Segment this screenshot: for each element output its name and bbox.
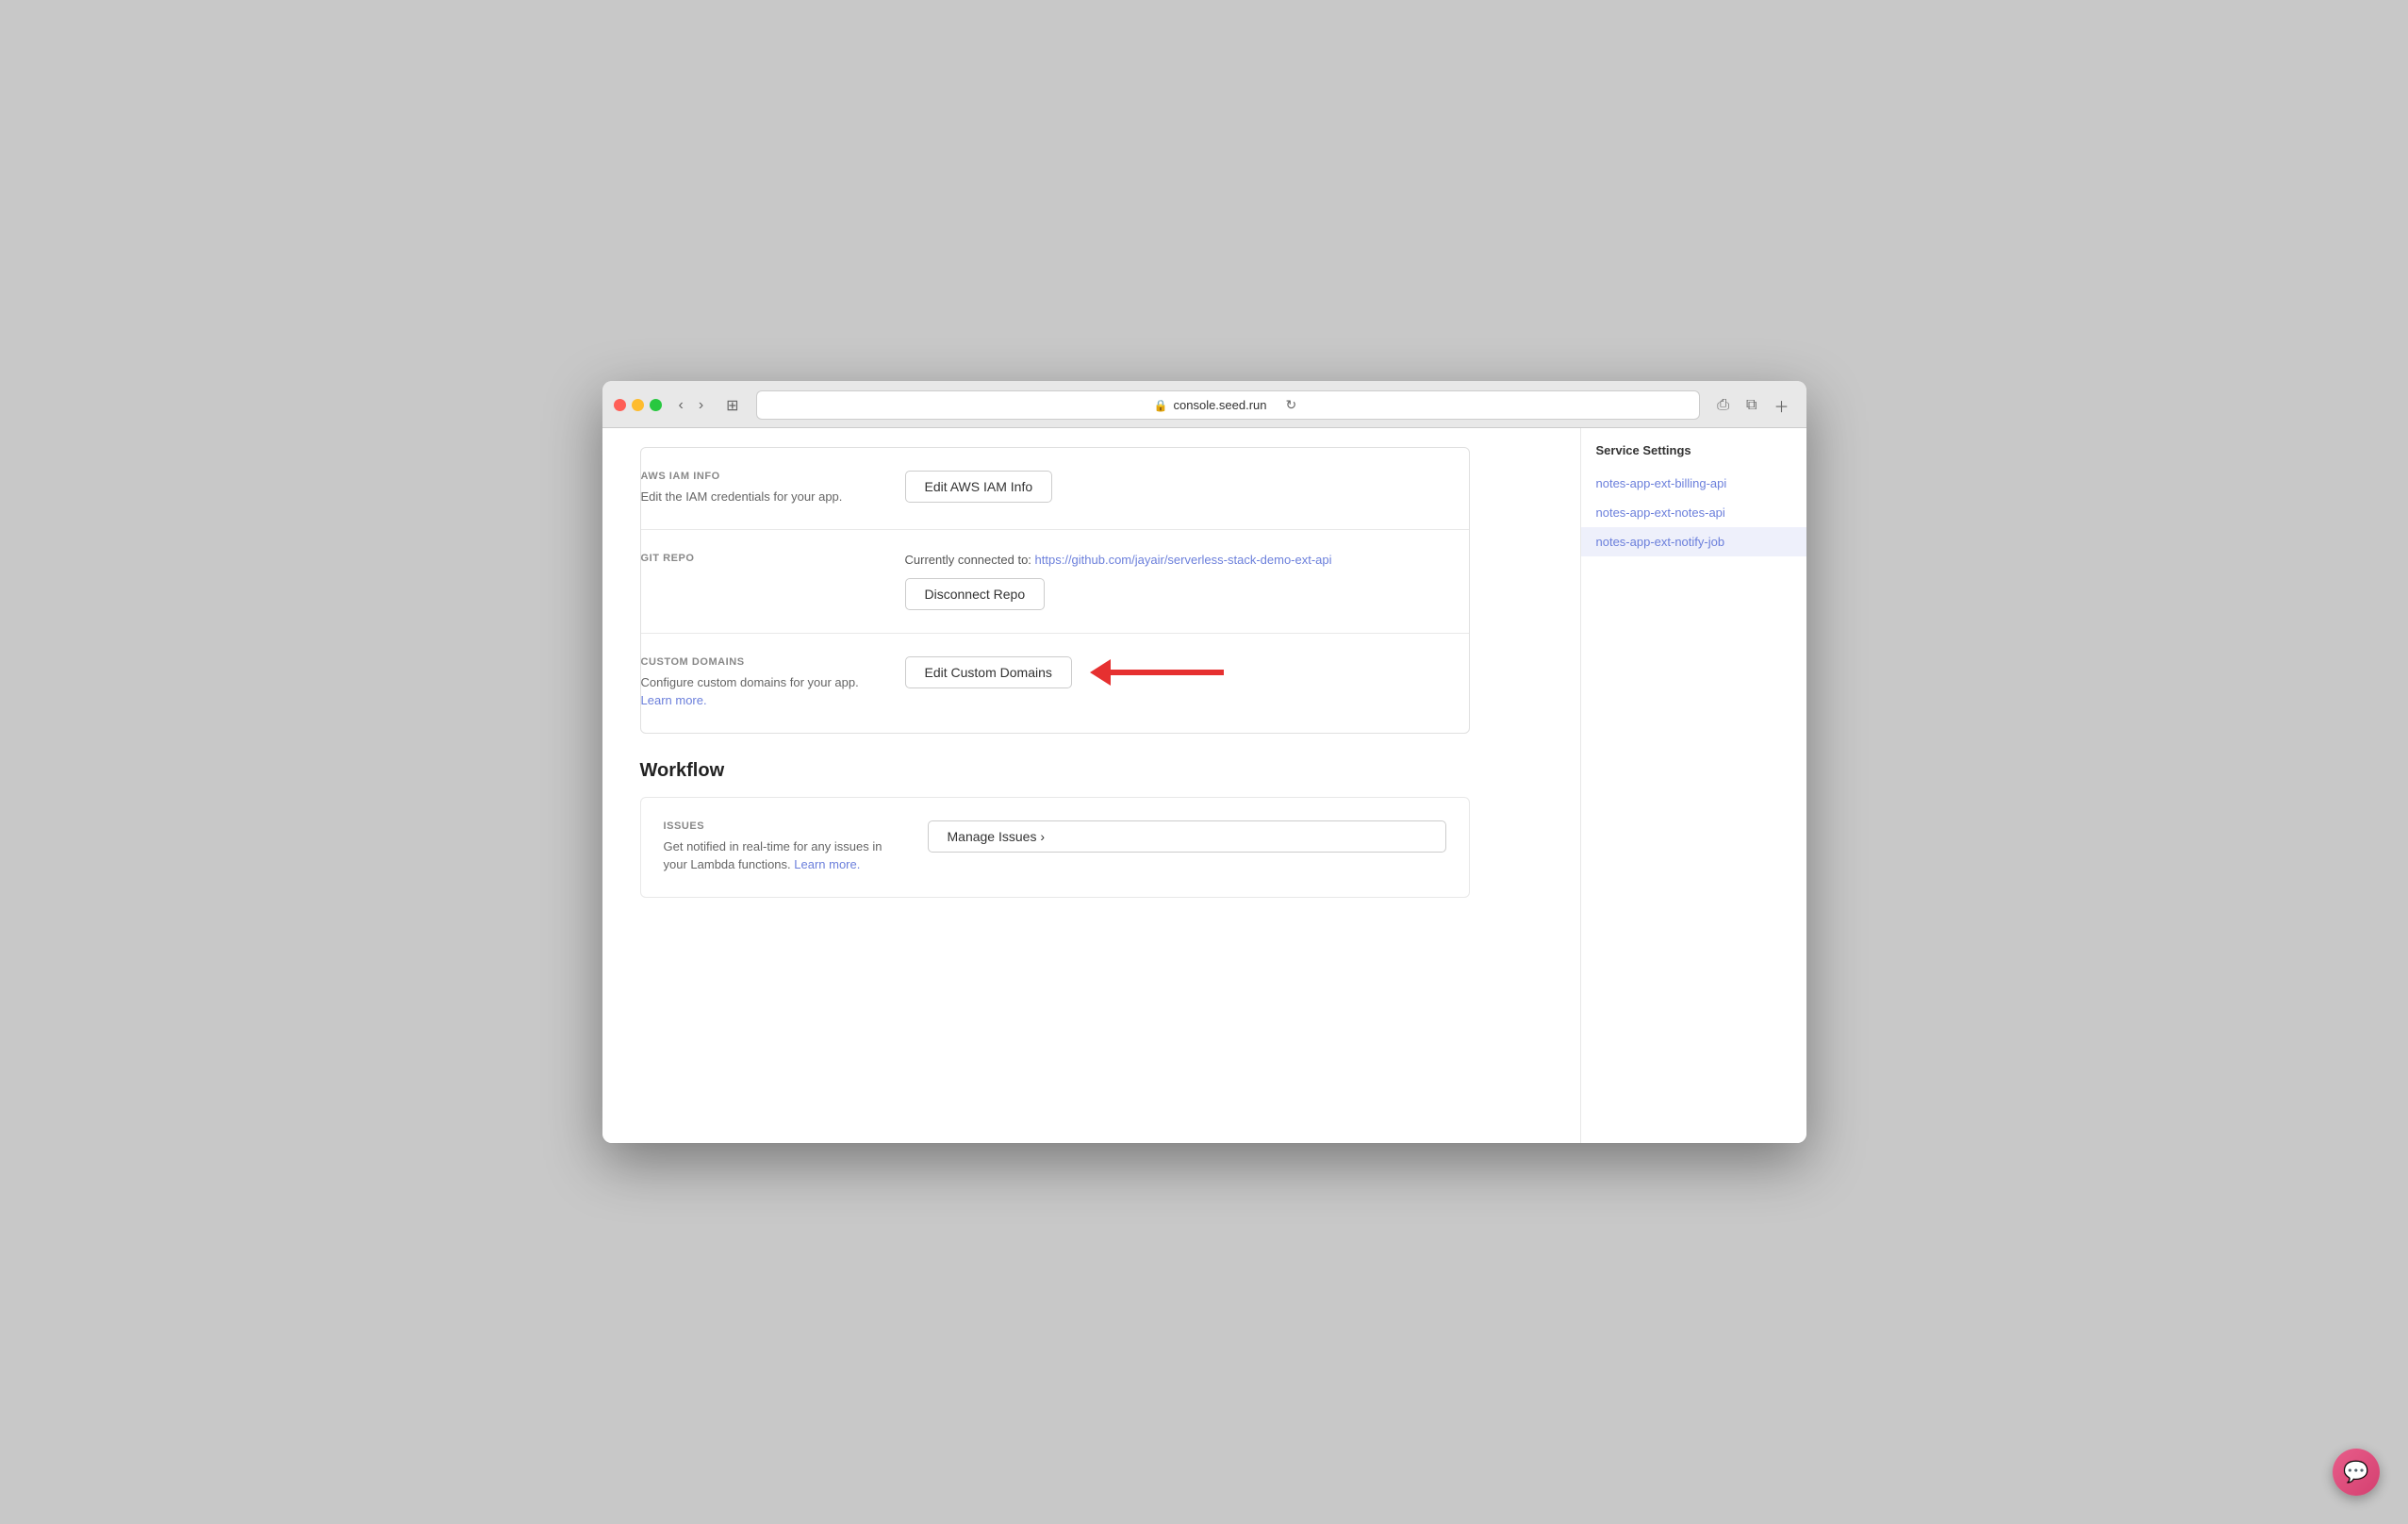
git-repo-label: GIT REPO [641, 553, 867, 564]
custom-domains-content: Edit Custom Domains [905, 656, 1469, 688]
chat-button[interactable]: 💬 [2333, 1449, 2380, 1496]
custom-domains-section: CUSTOM DOMAINS Configure custom domains … [641, 634, 1469, 733]
url-text: console.seed.run [1174, 398, 1267, 412]
new-tab-button[interactable]: ＋ [1768, 392, 1794, 419]
arrow-head [1090, 659, 1111, 686]
custom-domains-description: Configure custom domains for your app. L… [641, 673, 867, 710]
manage-issues-button[interactable]: Manage Issues › [928, 820, 1446, 853]
forward-button[interactable]: › [693, 395, 709, 416]
custom-domains-label-col: CUSTOM DOMAINS Configure custom domains … [641, 656, 867, 710]
browser-actions: ⎙ ⧉ ＋ [1711, 392, 1794, 419]
custom-domains-desc-text: Configure custom domains for your app. [641, 675, 859, 689]
edit-aws-iam-button[interactable]: Edit AWS IAM Info [905, 471, 1053, 503]
duplicate-tab-button[interactable]: ⧉ [1740, 395, 1762, 416]
issues-label-col: ISSUES Get notified in real-time for any… [664, 820, 890, 874]
share-button[interactable]: ⎙ [1711, 395, 1735, 416]
arrow-shaft [1111, 670, 1224, 675]
address-bar[interactable]: 🔒 console.seed.run ↻ [756, 390, 1701, 420]
traffic-light-green[interactable] [650, 399, 662, 411]
reload-button[interactable]: ↻ [1280, 395, 1303, 415]
settings-card: AWS IAM INFO Edit the IAM credentials fo… [640, 447, 1470, 734]
sidebar-item-notify-job[interactable]: notes-app-ext-notify-job [1581, 527, 1806, 556]
back-button[interactable]: ‹ [673, 395, 689, 416]
aws-iam-section: AWS IAM INFO Edit the IAM credentials fo… [641, 448, 1469, 530]
issues-content: Manage Issues › [928, 820, 1446, 853]
git-connected-prefix: Currently connected to: [905, 553, 1035, 567]
traffic-light-yellow[interactable] [632, 399, 644, 411]
sidebar-item-billing-api[interactable]: notes-app-ext-billing-api [1581, 469, 1806, 498]
issues-section: ISSUES Get notified in real-time for any… [641, 798, 1469, 897]
issues-learn-more[interactable]: Learn more. [794, 857, 860, 871]
nav-buttons: ‹ › [673, 395, 710, 416]
sidebar-title: Service Settings [1581, 443, 1806, 469]
traffic-light-red[interactable] [614, 399, 626, 411]
workflow-heading: Workflow [640, 760, 1470, 782]
aws-iam-label-col: AWS IAM INFO Edit the IAM credentials fo… [641, 471, 867, 506]
git-repo-label-col: GIT REPO [641, 553, 867, 570]
custom-domains-label: CUSTOM DOMAINS [641, 656, 867, 668]
git-connected-text: Currently connected to: https://github.c… [905, 553, 1469, 567]
browser-body: AWS IAM INFO Edit the IAM credentials fo… [602, 428, 1806, 1143]
sidebar: Service Settings notes-app-ext-billing-a… [1580, 428, 1806, 1143]
content-area: AWS IAM INFO Edit the IAM credentials fo… [602, 428, 1508, 917]
workflow-card: ISSUES Get notified in real-time for any… [640, 797, 1470, 898]
edit-custom-domains-button[interactable]: Edit Custom Domains [905, 656, 1072, 688]
sidebar-item-notes-api[interactable]: notes-app-ext-notes-api [1581, 498, 1806, 527]
disconnect-repo-button[interactable]: Disconnect Repo [905, 578, 1046, 610]
issues-label: ISSUES [664, 820, 890, 832]
git-repo-link[interactable]: https://github.com/jayair/serverless-sta… [1035, 553, 1332, 567]
aws-iam-content: Edit AWS IAM Info [905, 471, 1469, 503]
aws-iam-description: Edit the IAM credentials for your app. [641, 488, 867, 506]
git-repo-content: Currently connected to: https://github.c… [905, 553, 1469, 610]
custom-domains-row: Edit Custom Domains [905, 656, 1469, 688]
browser-chrome: ‹ › ⊞ 🔒 console.seed.run ↻ ⎙ ⧉ ＋ [602, 381, 1806, 428]
traffic-lights [614, 399, 662, 411]
issues-description: Get notified in real-time for any issues… [664, 837, 890, 874]
chat-icon: 💬 [2343, 1460, 2368, 1484]
lock-icon: 🔒 [1154, 399, 1168, 412]
red-arrow [1091, 659, 1224, 686]
custom-domains-learn-more[interactable]: Learn more. [641, 693, 707, 707]
main-content: AWS IAM INFO Edit the IAM credentials fo… [602, 428, 1580, 1143]
browser-window: ‹ › ⊞ 🔒 console.seed.run ↻ ⎙ ⧉ ＋ [602, 381, 1806, 1143]
sidebar-toggle-button[interactable]: ⊞ [720, 394, 744, 417]
aws-iam-label: AWS IAM INFO [641, 471, 867, 482]
git-repo-section: GIT REPO Currently connected to: https:/… [641, 530, 1469, 634]
